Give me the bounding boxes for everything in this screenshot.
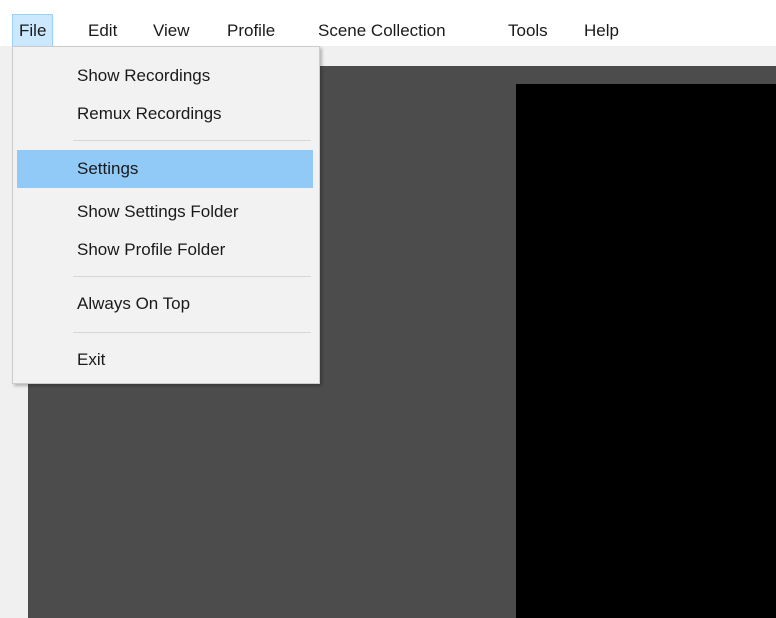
menu-view[interactable]: View — [147, 14, 196, 48]
menu-item-show-recordings[interactable]: Show Recordings — [17, 57, 313, 95]
menu-item-always-on-top[interactable]: Always On Top — [17, 285, 313, 323]
menu-item-settings[interactable]: Settings — [17, 150, 313, 188]
file-menu-dropdown: Show Recordings Remux Recordings Setting… — [12, 46, 320, 384]
menu-item-exit[interactable]: Exit — [17, 341, 313, 379]
menu-file[interactable]: File — [12, 14, 54, 48]
menu-edit[interactable]: Edit — [82, 14, 123, 48]
preview-canvas[interactable] — [516, 84, 776, 618]
menu-tools[interactable]: Tools — [502, 14, 554, 48]
menu-scene-collection[interactable]: Scene Collection — [312, 14, 452, 48]
menu-profile[interactable]: Profile — [221, 14, 281, 48]
menu-separator — [73, 140, 311, 141]
menu-item-show-settings-folder[interactable]: Show Settings Folder — [17, 193, 313, 231]
menu-item-show-profile-folder[interactable]: Show Profile Folder — [17, 231, 313, 269]
menu-separator — [73, 276, 311, 277]
app-window: File Edit View Profile Scene Collection … — [0, 0, 776, 618]
menu-help[interactable]: Help — [578, 14, 625, 48]
menu-item-remux-recordings[interactable]: Remux Recordings — [17, 95, 313, 133]
menu-bar: File Edit View Profile Scene Collection … — [0, 0, 776, 48]
menu-separator — [73, 332, 311, 333]
